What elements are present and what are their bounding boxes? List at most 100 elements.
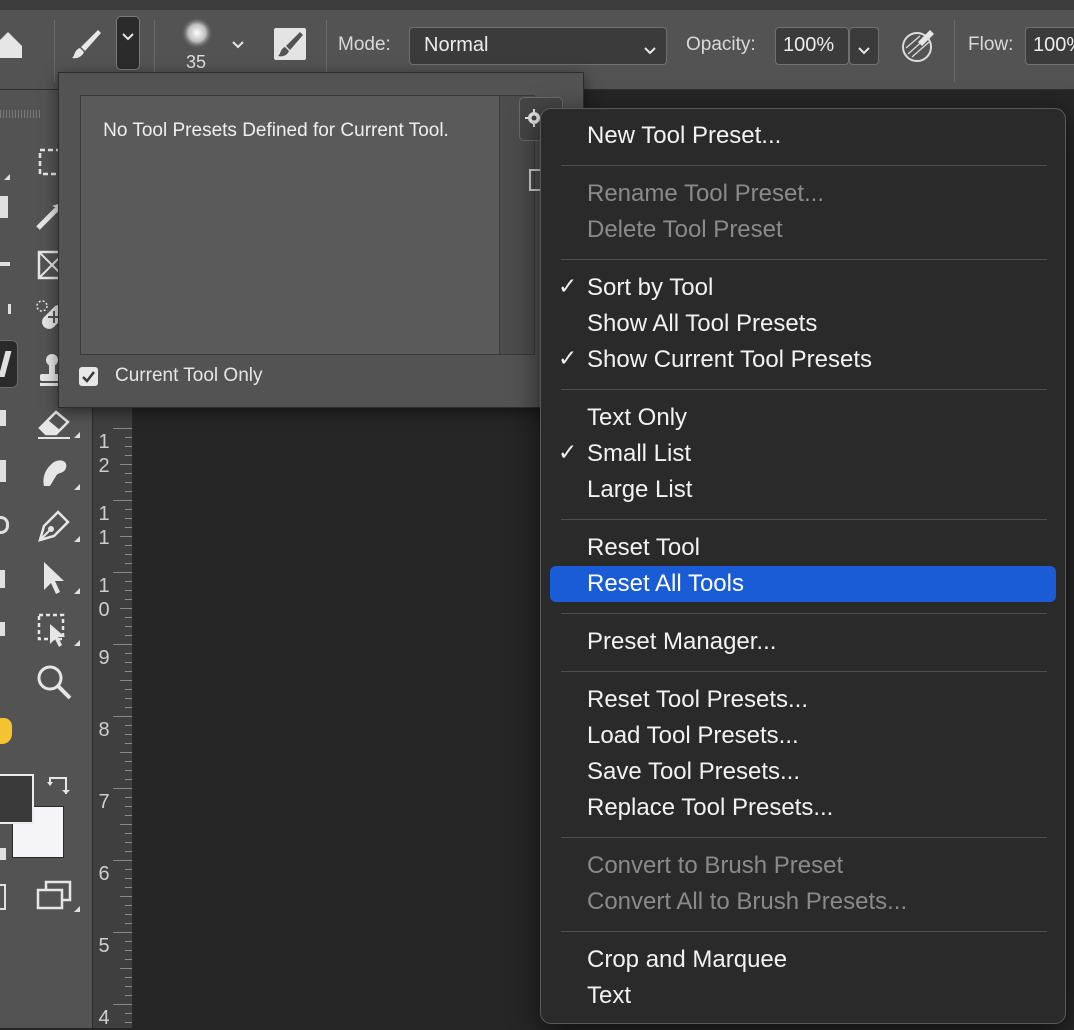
object-selection-icon[interactable] — [34, 610, 74, 650]
swap-colors-icon[interactable] — [46, 774, 70, 798]
menu-item-reset-tool[interactable]: Reset Tool — [550, 530, 1056, 566]
ruler-tick — [125, 554, 132, 555]
current-tool-only-checkbox[interactable] — [79, 367, 98, 386]
ruler-tick — [125, 518, 132, 519]
opacity-input[interactable]: 100% — [775, 27, 849, 65]
ruler-tick — [125, 905, 132, 906]
lasso-tool-fragment-icon[interactable] — [0, 262, 10, 266]
pressure-opacity-icon[interactable] — [900, 26, 938, 64]
menu-item-show-current-tool-presets[interactable]: ✓ Show Current Tool Presets — [550, 342, 1056, 378]
ruler-tick — [125, 995, 132, 996]
panel-grip[interactable] — [0, 110, 40, 118]
move-tool-fragment-icon[interactable] — [0, 196, 8, 218]
menu-item-preset-manager[interactable]: Preset Manager... — [550, 624, 1056, 660]
ruler-tick — [125, 446, 132, 447]
ruler-tick — [113, 1004, 132, 1005]
menu-item-small-list[interactable]: ✓ Small List — [550, 436, 1056, 472]
tool-group-indicator — [74, 906, 80, 912]
path-selection-icon[interactable] — [34, 558, 74, 598]
crop-tool-fragment-icon[interactable] — [0, 304, 11, 314]
default-colors-icon[interactable] — [0, 848, 6, 860]
ruler-tick — [120, 824, 132, 825]
brush-settings-panel-icon[interactable] — [272, 26, 308, 62]
pen-tool-icon[interactable] — [34, 506, 74, 546]
menu-item-rename-tool-preset: Rename Tool Preset... — [550, 176, 1056, 212]
ruler-tick — [125, 617, 132, 618]
mode-dropdown-value: Normal — [424, 34, 489, 56]
tool-preset-picker-button[interactable] — [116, 16, 140, 70]
menu-item-save-tool-presets[interactable]: Save Tool Presets... — [550, 754, 1056, 790]
menu-item-new-tool-preset[interactable]: New Tool Preset... — [550, 118, 1056, 154]
flow-input[interactable]: 100% — [1025, 27, 1074, 65]
menu-item-text-only[interactable]: Text Only — [550, 400, 1056, 436]
ruler-tick — [125, 671, 132, 672]
menu-item-large-list[interactable]: Large List — [550, 472, 1056, 508]
ruler-tick — [125, 662, 132, 663]
menu-item-load-tool-presets[interactable]: Load Tool Presets... — [550, 718, 1056, 754]
ruler-label: 6 — [98, 863, 110, 885]
tool-preset-panel: No Tool Presets Defined for Current Tool… — [58, 72, 584, 408]
chevron-down-icon — [120, 30, 136, 48]
menu-item-reset-all-tools[interactable]: Reset All Tools — [550, 566, 1056, 602]
ruler-tick — [125, 635, 132, 636]
menu-item-replace-tool-presets[interactable]: Replace Tool Presets... — [550, 790, 1056, 826]
checkmark-icon — [82, 371, 95, 383]
ruler-label: 4 — [98, 1007, 110, 1029]
dodge-tool-fragment-icon[interactable] — [0, 516, 9, 534]
ruler-tick — [113, 716, 132, 717]
ruler-tick — [120, 896, 132, 897]
ruler-label: 8 — [98, 719, 110, 741]
opacity-label: Opacity: — [686, 34, 756, 55]
ruler-tick — [125, 473, 132, 474]
menu-item-sort-by-tool[interactable]: ✓ Sort by Tool — [550, 270, 1056, 306]
opacity-value: 100% — [783, 34, 835, 56]
menu-item-label: Reset All Tools — [587, 570, 744, 597]
foreground-color-swatch[interactable] — [0, 774, 34, 824]
opacity-slider-button[interactable] — [849, 27, 879, 65]
menu-item-label: New Tool Preset... — [587, 122, 782, 149]
quick-mask-fragment-icon[interactable] — [0, 884, 6, 910]
menu-item-crop-and-marquee[interactable]: Crop and Marquee — [550, 942, 1056, 978]
hand-tool-icon[interactable] — [0, 718, 12, 744]
ruler-tick — [125, 626, 132, 627]
brush-tip-preview-icon[interactable] — [180, 16, 214, 50]
menu-item-label: Sort by Tool — [587, 274, 714, 301]
smudge-tool-icon[interactable] — [34, 454, 74, 494]
menu-separator — [561, 259, 1047, 260]
ruler-tick — [125, 986, 132, 987]
brush-tool-icon[interactable] — [68, 26, 104, 62]
menu-item-label: Text Only — [587, 404, 688, 431]
brush-picker-chevron-icon[interactable] — [230, 38, 246, 56]
ruler-tick — [125, 563, 132, 564]
checkmark-icon: ✓ — [558, 439, 578, 465]
menu-item-label: Save Tool Presets... — [587, 758, 800, 785]
gradient-tool-fragment-icon[interactable] — [0, 460, 6, 482]
menu-item-label: Text — [587, 982, 632, 1009]
ruler-tick — [125, 941, 132, 942]
ruler-tick — [125, 950, 132, 951]
brush-tool-selected[interactable] — [0, 340, 18, 388]
ruler-tick — [125, 437, 132, 438]
shape-tool-fragment-icon[interactable] — [0, 622, 5, 636]
menu-item-reset-tool-presets[interactable]: Reset Tool Presets... — [550, 682, 1056, 718]
screen-mode-icon[interactable] — [34, 876, 74, 916]
chevron-down-icon — [856, 40, 872, 63]
preset-list[interactable]: No Tool Presets Defined for Current Tool… — [80, 95, 500, 355]
ruler-tick — [113, 788, 132, 789]
menu-item-show-all-tool-presets[interactable]: Show All Tool Presets — [550, 306, 1056, 342]
menu-item-label: Reset Tool Presets... — [587, 686, 808, 713]
zoom-tool-icon[interactable] — [34, 662, 74, 702]
menu-item-label: Crop and Marquee — [587, 946, 788, 973]
ruler-tick — [120, 680, 132, 681]
type-tool-fragment-icon[interactable] — [0, 570, 5, 588]
menu-item-label: Small List — [587, 440, 692, 467]
ruler-tick — [120, 464, 132, 465]
mode-dropdown[interactable]: Normal — [409, 27, 667, 65]
home-icon[interactable] — [0, 28, 24, 62]
eraser-icon[interactable] — [34, 402, 74, 442]
history-brush-fragment-icon[interactable] — [0, 410, 6, 426]
tool-group-indicator — [74, 640, 80, 646]
ruler-tick — [125, 761, 132, 762]
ruler-tick — [125, 833, 132, 834]
menu-item-text[interactable]: Text — [550, 978, 1056, 1014]
